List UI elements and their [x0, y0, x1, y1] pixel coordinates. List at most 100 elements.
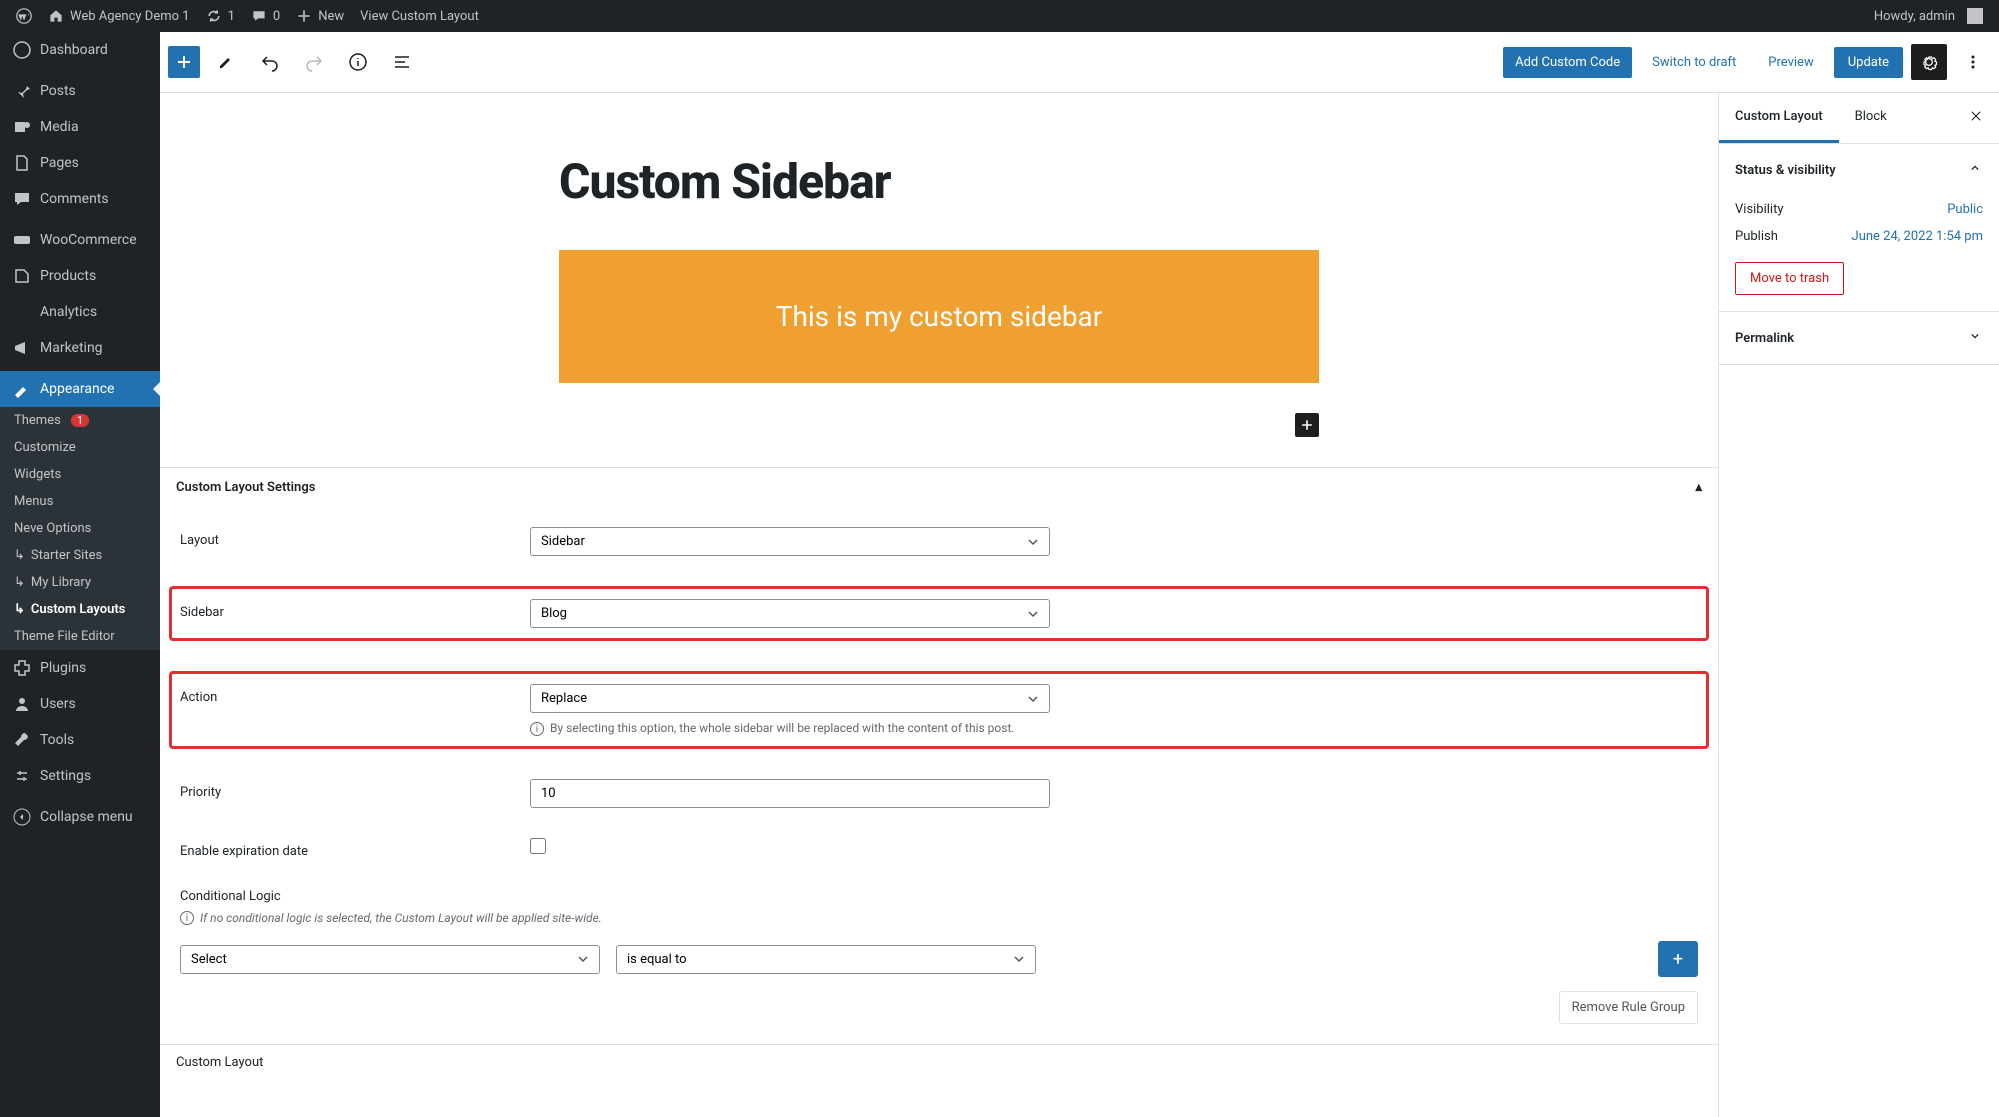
add-custom-code-button[interactable]: Add Custom Code: [1503, 47, 1632, 78]
submenu-my-library[interactable]: ↳My Library: [0, 569, 160, 596]
visibility-value-button[interactable]: Public: [1947, 202, 1983, 217]
remove-rule-group-button[interactable]: Remove Rule Group: [1559, 991, 1698, 1024]
sidebar-item-analytics[interactable]: Analytics: [0, 294, 160, 330]
sidebar-label: Sidebar: [180, 599, 510, 620]
view-link[interactable]: View Custom Layout: [352, 0, 487, 32]
sidebar-item-collapse[interactable]: Collapse menu: [0, 799, 160, 835]
sidebar-item-tools[interactable]: Tools: [0, 722, 160, 758]
updates-link[interactable]: 1: [198, 0, 243, 32]
publish-date-button[interactable]: June 24, 2022 1:54 pm: [1852, 229, 1983, 244]
sidebar-item-products[interactable]: Products: [0, 258, 160, 294]
sidebar-item-label: Users: [40, 696, 76, 712]
arrow-icon: ↳: [14, 548, 25, 563]
sidebar-item-pages[interactable]: Pages: [0, 145, 160, 181]
redo-button[interactable]: [296, 44, 332, 80]
submenu-label: Widgets: [14, 467, 61, 482]
plugins-icon: [12, 658, 32, 678]
submenu-neve-options[interactable]: Neve Options: [0, 515, 160, 542]
tab-block[interactable]: Block: [1839, 93, 1903, 143]
more-options-button[interactable]: [1955, 44, 1991, 80]
outline-button[interactable]: [384, 44, 420, 80]
sidebar-item-label: Settings: [40, 768, 91, 784]
close-panel-button[interactable]: [1953, 97, 1999, 139]
sidebar-select[interactable]: Blog: [530, 599, 1050, 628]
sidebar-item-appearance[interactable]: Appearance: [0, 371, 160, 407]
info-icon: i: [530, 722, 544, 736]
editor-canvas[interactable]: Custom Sidebar This is my custom sidebar…: [160, 93, 1718, 1117]
layout-label: Layout: [180, 527, 510, 548]
comments-link[interactable]: 0: [243, 0, 288, 32]
submenu-custom-layouts[interactable]: ↳Custom Layouts: [0, 596, 160, 623]
layout-select[interactable]: Sidebar: [530, 527, 1050, 556]
add-rule-button[interactable]: +: [1658, 941, 1698, 977]
submenu-menus[interactable]: Menus: [0, 488, 160, 515]
sidebar-item-woocommerce[interactable]: WooCommerce: [0, 222, 160, 258]
wordpress-icon: [16, 8, 32, 24]
sidebar-item-label: Comments: [40, 191, 109, 207]
sidebar-item-plugins[interactable]: Plugins: [0, 650, 160, 686]
rule-field-select[interactable]: Select: [180, 945, 600, 974]
edit-mode-button[interactable]: [208, 44, 244, 80]
sidebar-item-posts[interactable]: Posts: [0, 73, 160, 109]
users-icon: [12, 694, 32, 714]
undo-button[interactable]: [252, 44, 288, 80]
my-account[interactable]: Howdy, admin: [1866, 0, 1991, 32]
howdy-text: Howdy, admin: [1874, 9, 1955, 24]
action-select[interactable]: Replace: [530, 684, 1050, 713]
submenu-label: Theme File Editor: [14, 629, 115, 644]
sidebar-item-dashboard[interactable]: Dashboard: [0, 32, 160, 68]
status-visibility-toggle[interactable]: Status & visibility: [1719, 144, 1999, 196]
sidebar-item-users[interactable]: Users: [0, 686, 160, 722]
admin-bar: Web Agency Demo 1 1 0 New View Custom La…: [0, 0, 1999, 32]
rule-operator-select[interactable]: is equal to: [616, 945, 1036, 974]
collapse-icon: ▴: [1695, 480, 1702, 495]
sidebar-item-media[interactable]: Media: [0, 109, 160, 145]
priority-input[interactable]: [530, 779, 1050, 808]
action-label: Action: [180, 684, 510, 705]
wp-logo[interactable]: [8, 0, 40, 32]
submenu-starter-sites[interactable]: ↳Starter Sites: [0, 542, 160, 569]
submenu-customize[interactable]: Customize: [0, 434, 160, 461]
info-icon: i: [180, 911, 194, 925]
appearance-submenu: Themes 1 Customize Widgets Menus Neve Opt…: [0, 407, 160, 650]
site-name-link[interactable]: Web Agency Demo 1: [40, 0, 198, 32]
submenu-theme-file-editor[interactable]: Theme File Editor: [0, 623, 160, 650]
submenu-themes[interactable]: Themes 1: [0, 407, 160, 434]
collapse-icon: [12, 807, 32, 827]
move-to-trash-button[interactable]: Move to trash: [1735, 262, 1844, 295]
arrow-icon: ↳: [14, 575, 25, 590]
badge: 1: [71, 414, 89, 427]
sidebar-item-comments[interactable]: Comments: [0, 181, 160, 217]
switch-to-draft-button[interactable]: Switch to draft: [1640, 47, 1748, 78]
permalink-toggle[interactable]: Permalink: [1719, 312, 1999, 364]
new-content-link[interactable]: New: [288, 0, 352, 32]
sidebar-item-label: WooCommerce: [40, 232, 137, 248]
settings-panel: Custom Layout Block Status & visibility …: [1718, 93, 1999, 1117]
append-block-button[interactable]: [1295, 413, 1319, 437]
sidebar-item-label: Dashboard: [40, 42, 108, 58]
submenu-label: Custom Layouts: [31, 602, 125, 617]
expiration-checkbox[interactable]: [530, 838, 546, 854]
add-block-button[interactable]: [168, 46, 200, 78]
woo-icon: [12, 230, 32, 250]
settings-icon: [12, 766, 32, 786]
details-button[interactable]: [340, 44, 376, 80]
submenu-label: Themes: [14, 413, 61, 428]
preview-button[interactable]: Preview: [1756, 47, 1825, 78]
status-title: Status & visibility: [1735, 163, 1836, 178]
custom-sidebar-block[interactable]: This is my custom sidebar: [559, 250, 1319, 383]
meta-title: Custom Layout Settings: [176, 480, 315, 495]
meta-box-header[interactable]: Custom Layout Settings ▴: [160, 468, 1718, 507]
priority-label: Priority: [180, 779, 510, 800]
site-name: Web Agency Demo 1: [70, 9, 190, 24]
updates-count: 1: [228, 9, 235, 24]
submenu-widgets[interactable]: Widgets: [0, 461, 160, 488]
update-button[interactable]: Update: [1834, 47, 1903, 78]
sidebar-item-settings[interactable]: Settings: [0, 758, 160, 794]
block-breadcrumb[interactable]: Custom Layout: [160, 1044, 1718, 1080]
tab-custom-layout[interactable]: Custom Layout: [1719, 93, 1839, 143]
update-icon: [206, 8, 222, 24]
post-title[interactable]: Custom Sidebar: [519, 153, 1359, 210]
settings-toggle-button[interactable]: [1911, 44, 1947, 80]
sidebar-item-marketing[interactable]: Marketing: [0, 330, 160, 366]
